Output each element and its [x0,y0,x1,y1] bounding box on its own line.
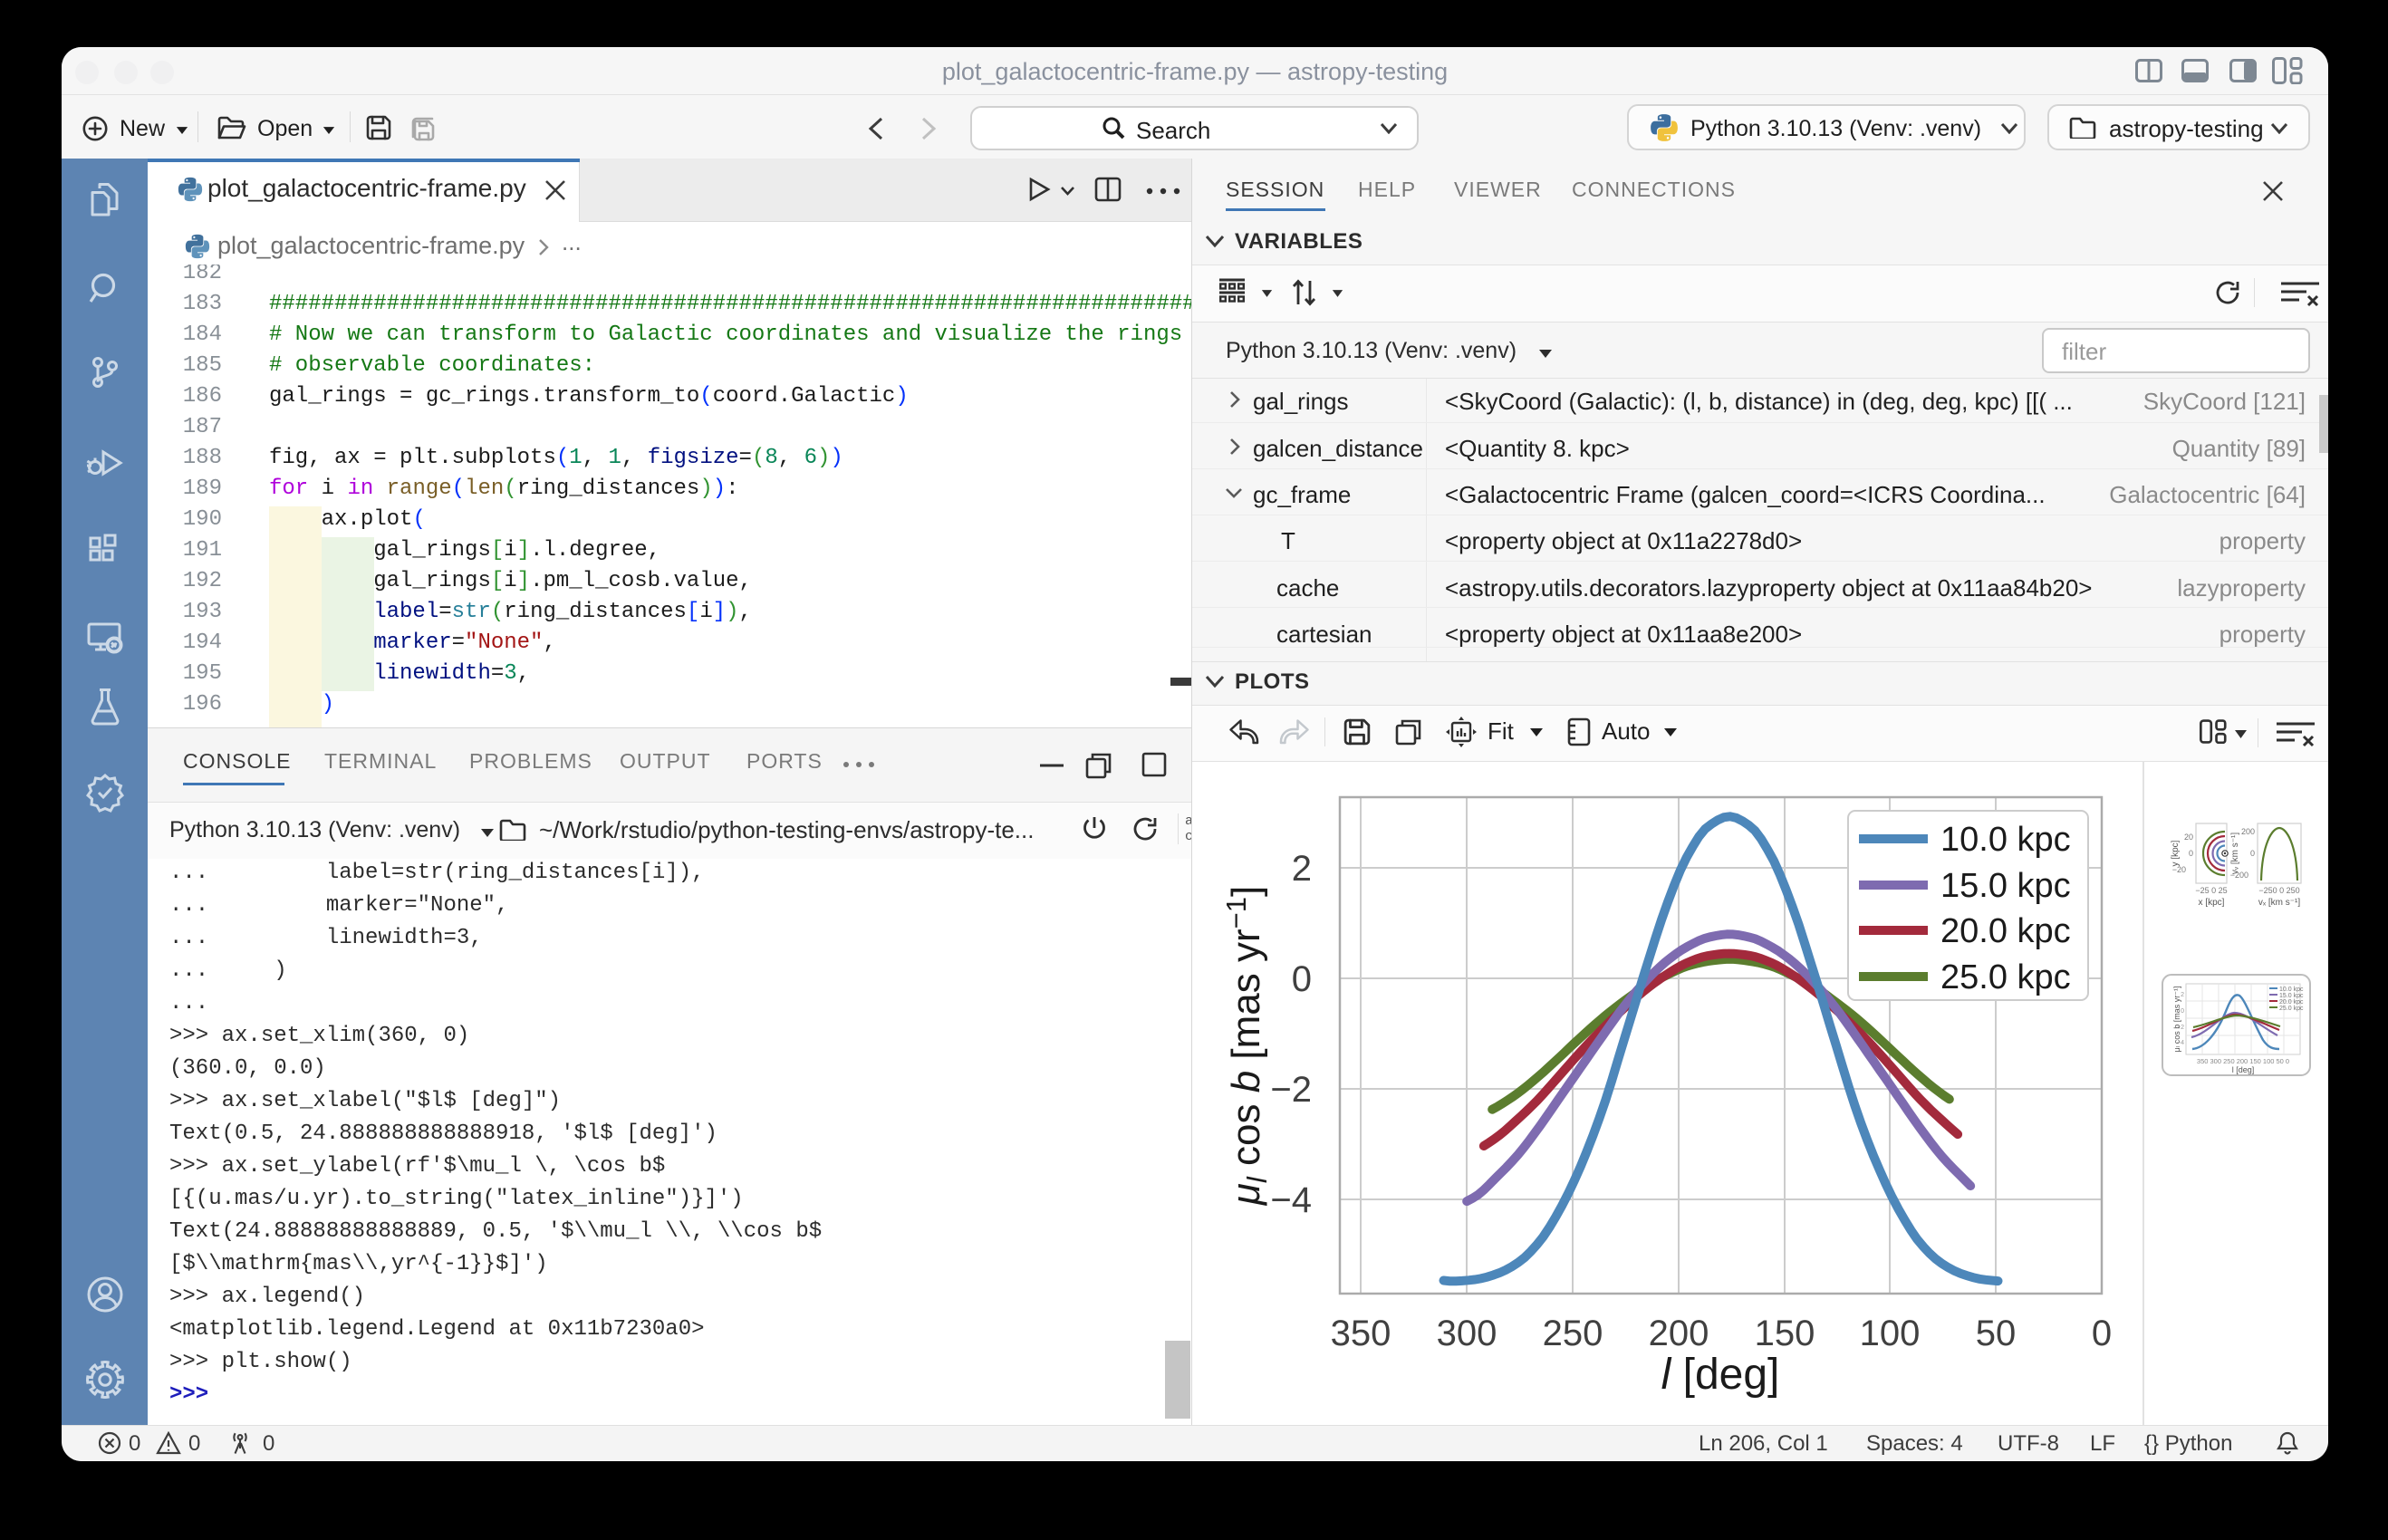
svg-text:200: 200 [2241,827,2255,836]
svg-text:20.0 kpc: 20.0 kpc [1940,912,2071,950]
svg-text:250: 250 [1543,1314,1603,1353]
svg-text:150: 150 [1755,1314,1815,1353]
svg-text:−25 0 25: −25 0 25 [2195,886,2227,895]
svg-text:50: 50 [1976,1314,2017,1353]
svg-text:μl cos b [mas yr−1]: μl cos b [mas yr−1] [1220,886,1273,1206]
svg-text:2: 2 [2181,992,2184,998]
svg-text:0: 0 [1292,959,1312,999]
svg-text:2: 2 [1292,849,1312,889]
svg-text:25.0 kpc: 25.0 kpc [2279,1006,2304,1012]
svg-text:15.0 kpc: 15.0 kpc [2279,993,2304,999]
svg-text:10.0 kpc: 10.0 kpc [1940,821,2071,859]
svg-text:350 300 250 200 150 100: 350 300 250 200 150 100 50 0 [2197,1057,2289,1065]
svg-text:200: 200 [1649,1314,1709,1353]
svg-text:0: 0 [2092,1314,2112,1353]
svg-text:y [kpc]: y [kpc] [2171,840,2181,866]
svg-text:0: 0 [2250,849,2255,858]
svg-text:−2: −2 [2177,1025,2184,1031]
svg-text:20.0 kpc: 20.0 kpc [2279,999,2304,1006]
svg-text:vₓ [km s⁻¹]: vₓ [km s⁻¹] [2258,898,2301,908]
svg-text:l [deg]: l [deg] [1661,1351,1780,1399]
svg-text:−250 0 250: −250 0 250 [2258,886,2299,895]
svg-text:100: 100 [1860,1314,1921,1353]
svg-text:0: 0 [2181,1008,2184,1015]
svg-text:0: 0 [2189,849,2193,858]
svg-text:350: 350 [1331,1314,1391,1353]
svg-text:l [deg]: l [deg] [2232,1065,2255,1074]
svg-text:vᵥ [km s⁻¹]: vᵥ [km s⁻¹] [2230,833,2240,874]
svg-text:300: 300 [1437,1314,1497,1353]
svg-text:20: 20 [2184,833,2193,842]
svg-text:15.0 kpc: 15.0 kpc [1940,867,2071,905]
svg-text:−2: −2 [1270,1070,1312,1110]
svg-text:25.0 kpc: 25.0 kpc [1940,958,2071,996]
svg-text:10.0 kpc: 10.0 kpc [2279,987,2304,993]
svg-text:x [kpc]: x [kpc] [2199,898,2225,908]
svg-text:−4: −4 [1270,1180,1312,1220]
svg-text:−4: −4 [2177,1040,2184,1046]
